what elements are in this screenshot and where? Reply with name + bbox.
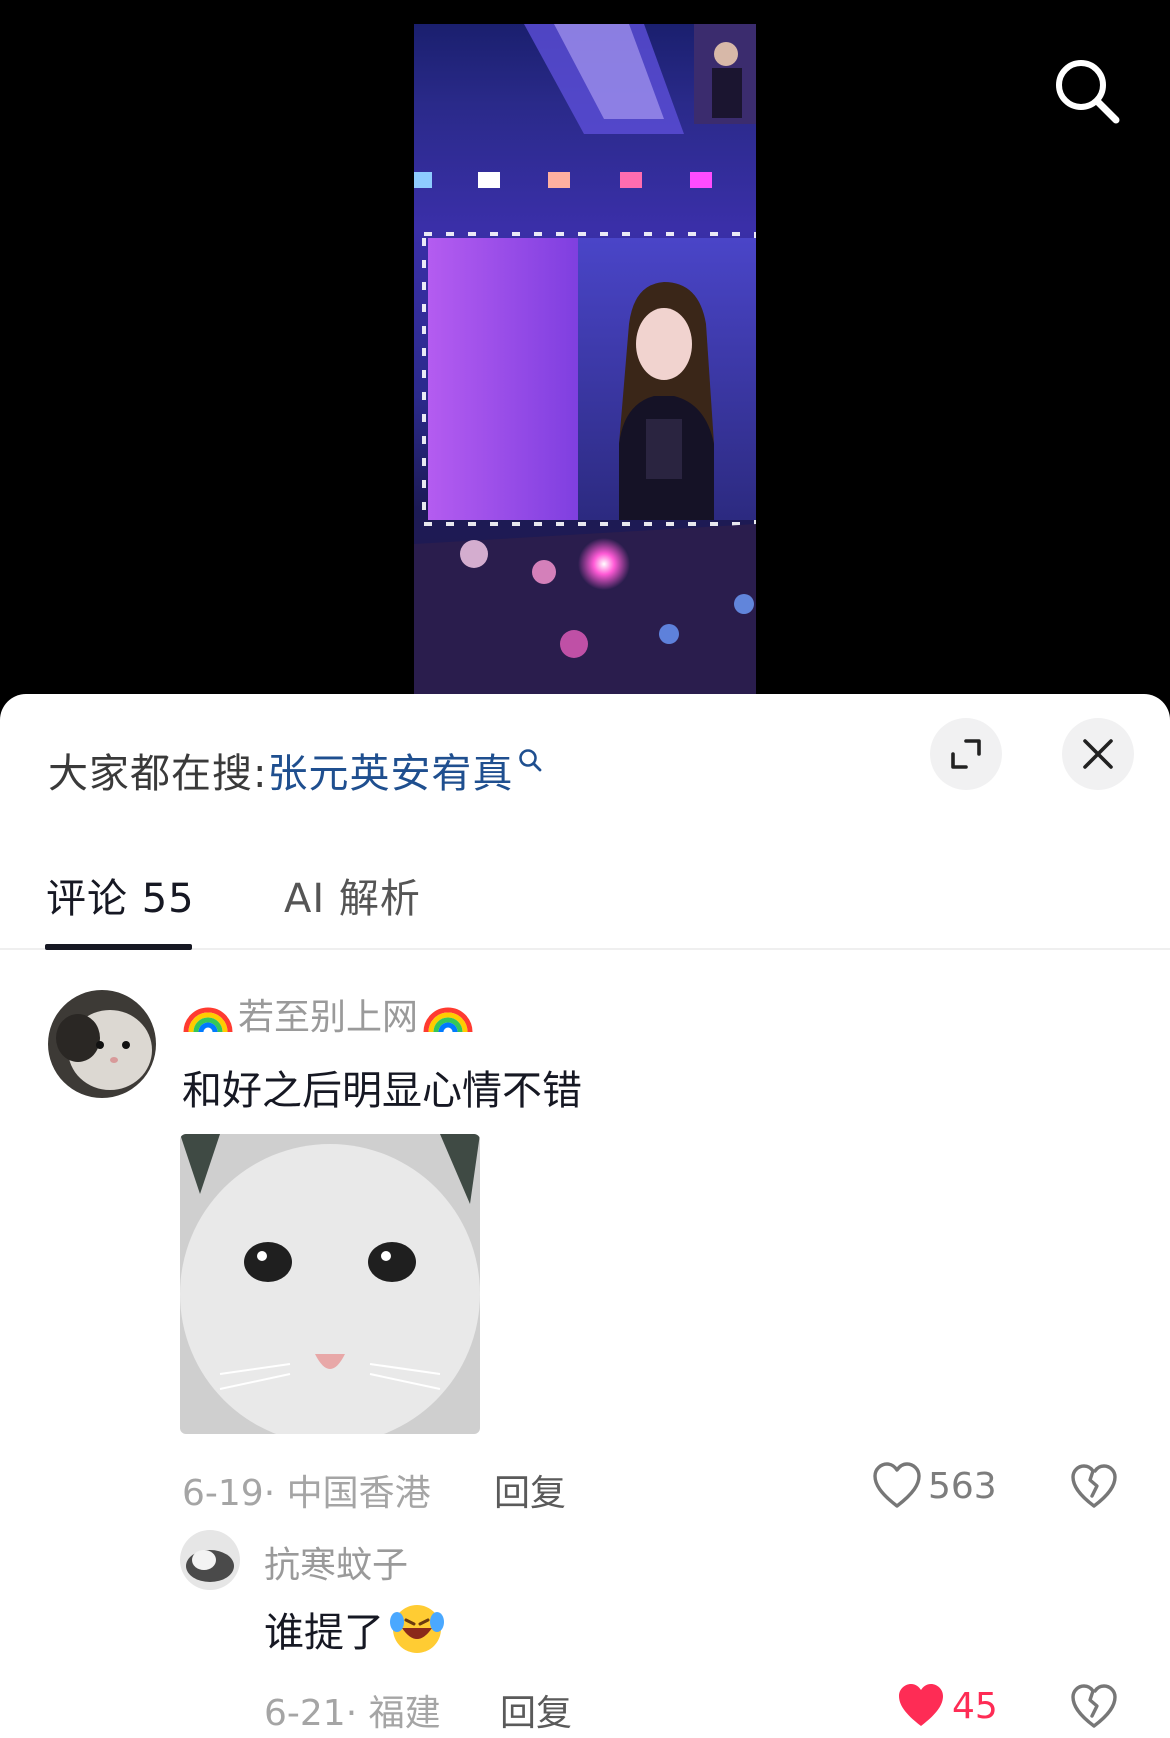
active-tab-indicator: [45, 944, 192, 950]
search-button[interactable]: [1052, 56, 1122, 126]
laughing-crying-face-icon: [388, 1598, 446, 1660]
tab-comments[interactable]: 评论 55: [46, 866, 195, 924]
reply-avatar-image: [180, 1530, 240, 1590]
hot-search-banner[interactable]: 大家都在搜: 张元英安宥真: [48, 742, 543, 798]
meta-separator: ·: [263, 1473, 287, 1514]
broken-heart-icon: [1071, 1684, 1117, 1728]
close-button[interactable]: [1062, 718, 1134, 790]
comment-meta: 6-19· 中国香港: [182, 1464, 431, 1516]
search-icon: [1056, 60, 1120, 124]
reply-button[interactable]: 回复: [500, 1684, 572, 1736]
meta-separator: ·: [345, 1693, 369, 1734]
comment-author-name[interactable]: 若至别上网: [238, 988, 418, 1040]
comment-location: 中国香港: [286, 1473, 431, 1514]
like-button[interactable]: 45: [896, 1682, 998, 1730]
reply-text: 谁提了: [264, 1610, 384, 1656]
sheet-tabs: 评论 55 AI 解析: [0, 844, 1170, 950]
like-count: 45: [952, 1685, 998, 1727]
comment-sticker-image[interactable]: [180, 1134, 480, 1434]
avatar[interactable]: [48, 990, 156, 1098]
rainbow-emoji-icon: [422, 988, 474, 1040]
comment-text: 和好之后明显心情不错: [182, 1068, 582, 1114]
reply-text-row: 谁提了: [264, 1598, 446, 1660]
heart-filled-icon: [899, 1684, 943, 1726]
avatar[interactable]: [180, 1530, 240, 1590]
comment-date: 6-19: [182, 1473, 264, 1514]
dislike-button[interactable]: [1070, 1464, 1118, 1514]
video-player[interactable]: [0, 0, 1170, 700]
heart-outline-icon: [873, 1462, 921, 1508]
white-cat-sticker: [180, 1134, 480, 1434]
like-button[interactable]: 563: [872, 1462, 997, 1510]
reply-button[interactable]: 回复: [494, 1464, 566, 1516]
rainbow-emoji-icon: [182, 988, 234, 1040]
tab-ai-analysis[interactable]: AI 解析: [284, 866, 421, 924]
cat-avatar-image: [48, 990, 156, 1098]
concert-stage-image: [414, 24, 756, 700]
close-icon: [1083, 739, 1113, 769]
video-frame[interactable]: [414, 24, 756, 700]
expand-button[interactable]: [930, 718, 1002, 790]
comment-sheet: 大家都在搜: 张元英安宥真 评论 55 AI 解析 若至别上网 和好之后明显心情…: [0, 694, 1170, 1738]
reply-date: 6-21: [264, 1693, 346, 1734]
like-count: 563: [928, 1465, 997, 1507]
comment-author-row: 若至别上网: [182, 988, 474, 1040]
reply-meta: 6-21· 福建: [264, 1684, 441, 1736]
reply-location: 福建: [368, 1693, 441, 1734]
expand-icon: [951, 739, 981, 769]
search-icon: [517, 737, 543, 783]
hot-search-term[interactable]: 张元英安宥真: [267, 741, 513, 799]
reply-author-name[interactable]: 抗寒蚊子: [264, 1536, 408, 1588]
hot-search-label: 大家都在搜:: [48, 751, 268, 797]
broken-heart-icon: [1071, 1464, 1117, 1508]
dislike-button[interactable]: [1070, 1684, 1118, 1734]
